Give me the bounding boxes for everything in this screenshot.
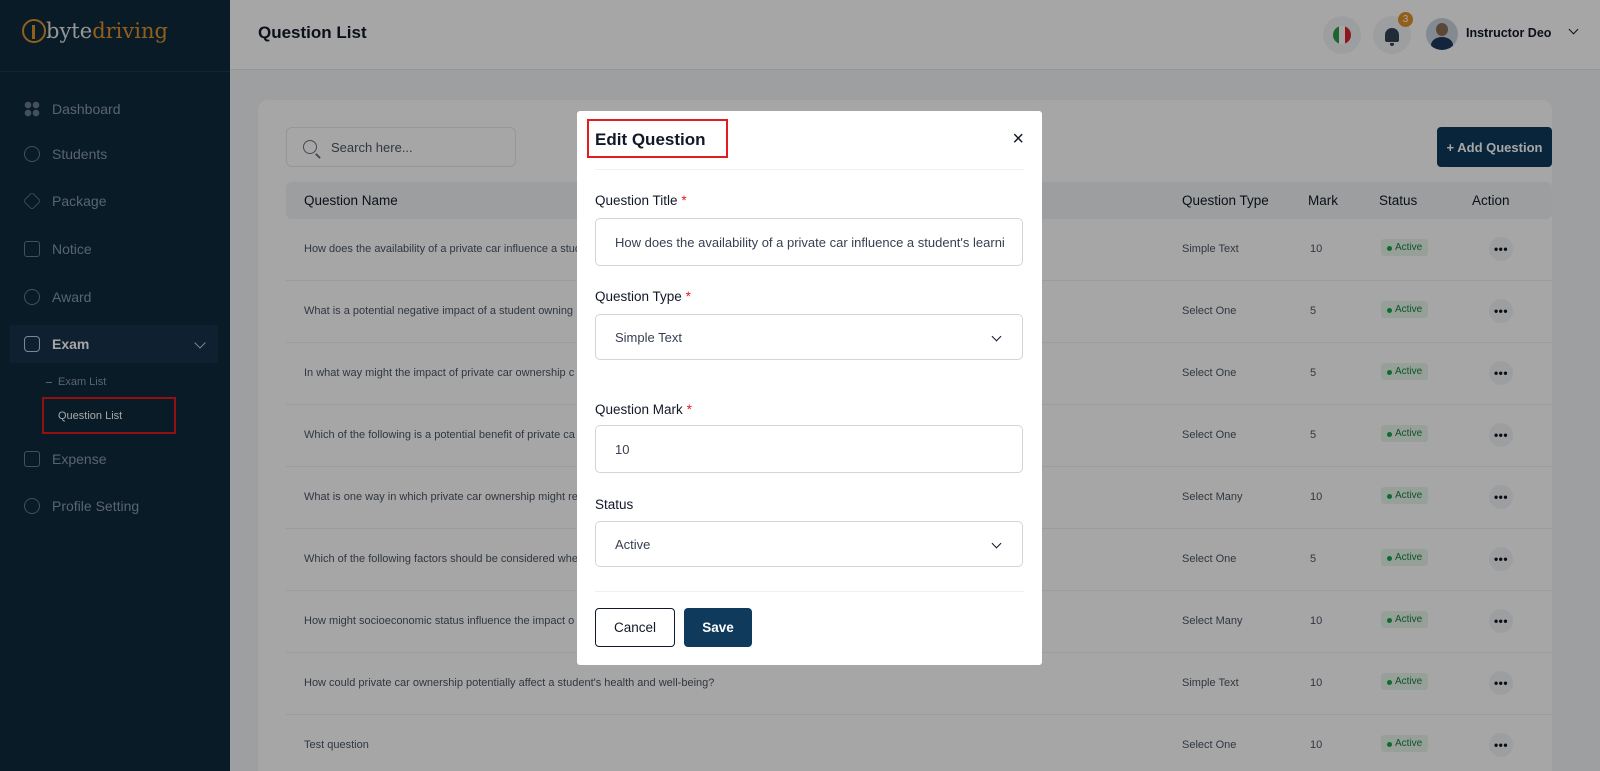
question-mark-label: Question Mark *: [595, 402, 692, 417]
question-type-select[interactable]: Simple Text: [595, 314, 1023, 360]
chevron-down-icon: [991, 538, 1002, 549]
save-button[interactable]: Save: [684, 608, 752, 647]
question-title-field[interactable]: [595, 218, 1023, 266]
status-label: Status: [595, 497, 633, 512]
status-select[interactable]: Active: [595, 521, 1023, 567]
label-text: Status: [595, 497, 634, 512]
chevron-down-icon: [991, 331, 1002, 342]
required-asterisk: *: [681, 193, 687, 208]
question-title-label: Question Title *: [595, 193, 687, 208]
required-asterisk: *: [685, 289, 691, 304]
label-text: Question Type: [595, 289, 682, 304]
edit-question-modal: Edit Question × Question Title * Questio…: [577, 111, 1042, 665]
cancel-button[interactable]: Cancel: [595, 608, 675, 647]
highlight-box-modal-title: [587, 119, 728, 158]
question-title-input[interactable]: [615, 234, 1005, 250]
status-selected-value: Active: [615, 536, 651, 552]
label-text: Question Mark: [595, 402, 683, 417]
question-mark-field[interactable]: [595, 425, 1023, 473]
question-type-selected-value: Simple Text: [615, 329, 682, 345]
question-mark-input[interactable]: [615, 441, 1005, 457]
modal-footer-divider: [595, 591, 1024, 592]
question-type-label: Question Type *: [595, 289, 691, 304]
modal-divider: [595, 169, 1024, 170]
label-text: Question Title: [595, 193, 678, 208]
required-asterisk: *: [686, 402, 692, 417]
close-icon[interactable]: ×: [1012, 129, 1024, 149]
